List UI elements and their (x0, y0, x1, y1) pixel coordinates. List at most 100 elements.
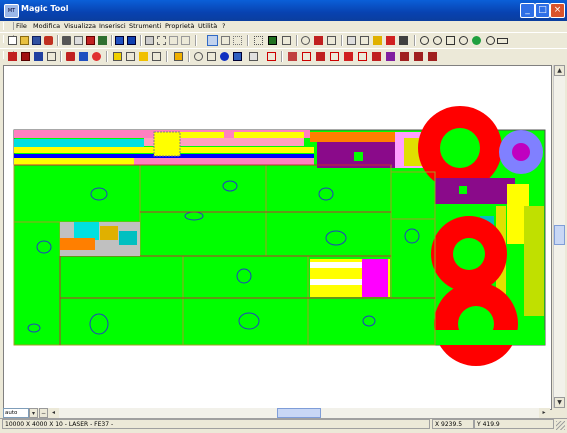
scroll-up-button[interactable]: ▲ (554, 65, 565, 76)
drawing-canvas[interactable] (3, 65, 552, 410)
menu-modifica[interactable]: Modifica (33, 22, 60, 30)
nest-icon[interactable] (21, 52, 30, 61)
send-icon[interactable] (428, 52, 437, 61)
toolbar-separator (414, 35, 416, 46)
vertical-scroll-thumb[interactable] (554, 225, 565, 245)
part (60, 238, 95, 250)
node-icon[interactable] (221, 36, 230, 45)
cross-icon[interactable] (169, 36, 178, 45)
window-title: Magic Tool (21, 4, 69, 13)
mirror-icon[interactable] (207, 52, 216, 61)
sheet-list-icon[interactable] (34, 52, 43, 61)
scroll-right-button[interactable]: ▸ (539, 408, 549, 418)
nc-icon[interactable] (400, 52, 409, 61)
tools-icon[interactable] (47, 52, 56, 61)
open-icon[interactable] (20, 36, 29, 45)
zoom-all-icon[interactable] (486, 36, 495, 45)
pencil-icon[interactable] (373, 36, 382, 45)
cut-icon[interactable] (74, 36, 83, 45)
zoom-select-arrow[interactable]: ▾ (29, 408, 38, 418)
zoom-out-icon[interactable] (433, 36, 442, 45)
layers-icon[interactable] (115, 36, 124, 45)
db-icon[interactable] (79, 52, 88, 61)
text-icon[interactable] (113, 52, 122, 61)
laser-icon[interactable] (372, 52, 381, 61)
fill-icon[interactable] (268, 36, 277, 45)
wrench-icon[interactable] (360, 36, 369, 45)
lead-in-icon[interactable] (288, 52, 297, 61)
grid-icon[interactable] (254, 36, 263, 45)
part-icon[interactable] (8, 52, 17, 61)
print-icon[interactable] (62, 36, 71, 45)
pie-icon[interactable] (92, 52, 101, 61)
toolbar-separator (188, 51, 190, 62)
part (310, 132, 395, 142)
loop-icon[interactable] (330, 52, 339, 61)
part (119, 231, 137, 245)
circle-icon[interactable] (301, 36, 310, 45)
order-icon[interactable] (344, 52, 353, 61)
close-button[interactable]: × (550, 3, 565, 18)
part (512, 143, 530, 161)
menu-help[interactable]: ? (222, 22, 225, 30)
simulate-icon[interactable] (386, 52, 395, 61)
zoom-window-icon[interactable] (459, 36, 468, 45)
printer-icon[interactable] (145, 36, 154, 45)
angle-icon[interactable] (327, 36, 336, 45)
copy-icon[interactable] (86, 36, 95, 45)
refresh-icon[interactable] (472, 36, 481, 45)
pointer-icon[interactable] (207, 35, 218, 46)
title-bar[interactable]: MT Magic Tool _ □ × (0, 0, 567, 21)
menu-utilita[interactable]: Utilità (198, 22, 217, 30)
paste-icon[interactable] (98, 36, 107, 45)
info-icon[interactable] (220, 52, 229, 61)
menu-visualizza[interactable]: Visualizza (64, 22, 96, 30)
vertical-scrollbar[interactable]: ▲ ▼ (553, 65, 565, 408)
toolbar-separator (60, 51, 62, 62)
menu-strumenti[interactable]: Strumenti (129, 22, 161, 30)
align-icon[interactable] (126, 52, 135, 61)
menu-file[interactable]: File (16, 22, 27, 30)
cut-path-icon[interactable] (267, 52, 276, 61)
scroll-left-button[interactable]: ◂ (49, 408, 58, 418)
frame-icon[interactable] (347, 36, 356, 45)
nesting-drawing[interactable] (4, 66, 551, 409)
rotate-icon[interactable] (194, 52, 203, 61)
part-red-icon[interactable] (314, 36, 323, 45)
maximize-button[interactable]: □ (535, 3, 550, 18)
folder-icon[interactable] (174, 52, 183, 61)
zoom-minus-button[interactable]: − (39, 408, 48, 418)
micro-joint-icon[interactable] (302, 52, 311, 61)
minimize-button[interactable]: _ (520, 3, 535, 18)
path-icon[interactable] (358, 52, 367, 61)
select-icon[interactable] (157, 36, 166, 45)
bridge-icon[interactable] (316, 52, 325, 61)
save-icon[interactable] (32, 36, 41, 45)
menu-inserisci[interactable]: Inserisci (99, 22, 126, 30)
zoom-select[interactable]: auto (3, 408, 29, 418)
move-icon[interactable] (181, 36, 190, 45)
ruler-icon[interactable] (497, 38, 508, 44)
measure-icon[interactable] (233, 52, 242, 61)
horizontal-scroll-thumb[interactable] (277, 408, 321, 418)
person-icon[interactable] (282, 36, 291, 45)
color-icon[interactable] (399, 36, 408, 45)
pan-icon[interactable] (446, 36, 455, 45)
report-icon[interactable] (249, 52, 258, 61)
undo-icon[interactable] (44, 36, 53, 45)
sheet-icon[interactable] (127, 36, 136, 45)
menu-proprieta[interactable]: Proprietà (165, 22, 194, 30)
distribute-icon[interactable] (139, 52, 148, 61)
zoom-in-icon[interactable] (420, 36, 429, 45)
toolbar-standard (0, 32, 567, 48)
part (435, 330, 545, 345)
resize-grip[interactable] (556, 421, 565, 430)
group-icon[interactable] (152, 52, 161, 61)
snap-icon[interactable] (233, 36, 242, 45)
export-icon[interactable] (414, 52, 423, 61)
palette-icon[interactable] (386, 36, 395, 45)
new-icon[interactable] (8, 36, 17, 45)
application-window: MT Magic Tool _ □ × File Modifica Visual… (0, 0, 567, 433)
scroll-down-button[interactable]: ▼ (554, 397, 565, 408)
book-icon[interactable] (66, 52, 75, 61)
